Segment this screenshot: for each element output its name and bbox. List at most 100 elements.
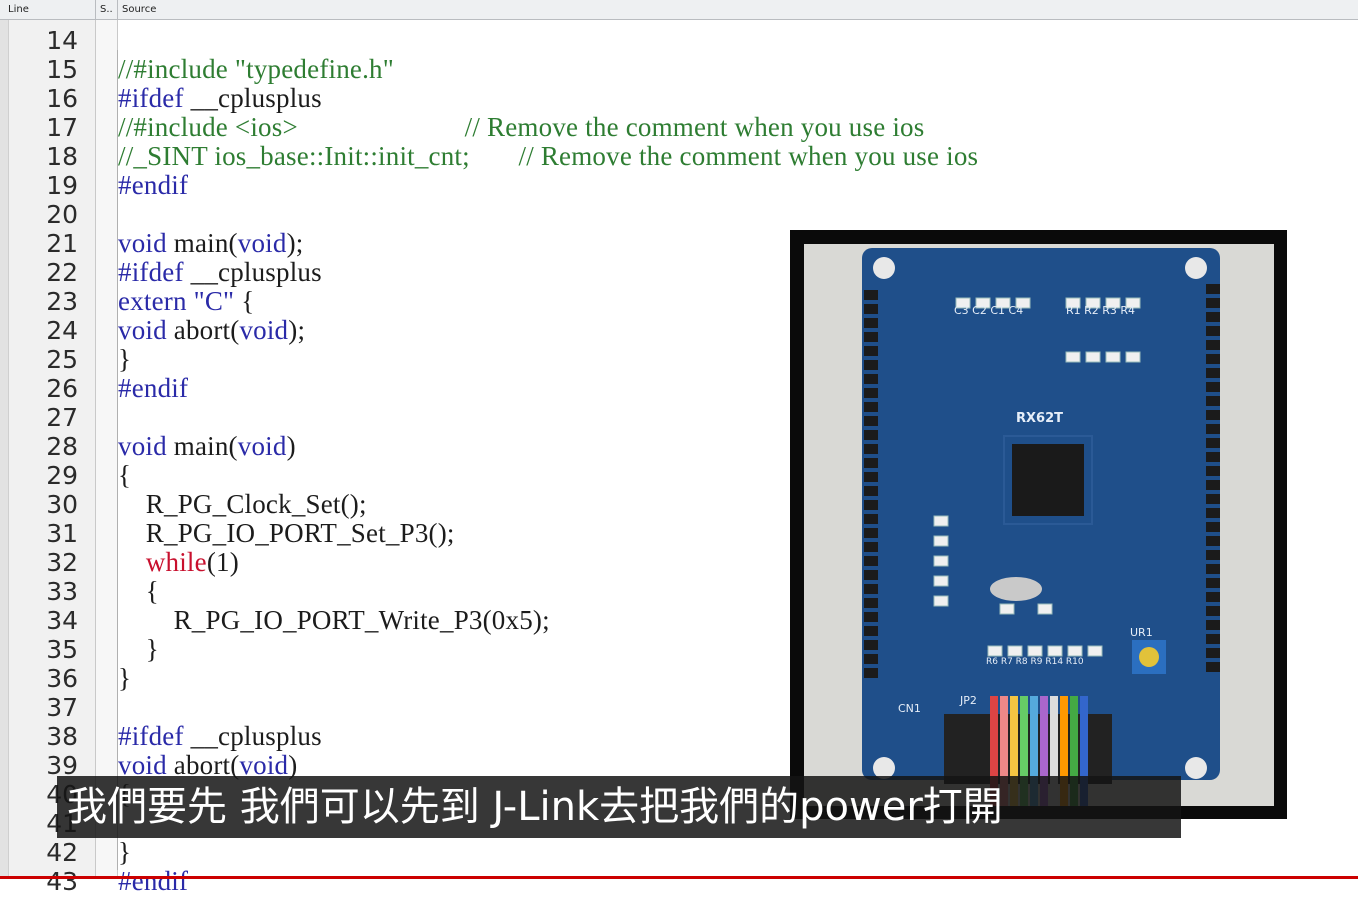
rx62t-board-image: RX62T C3 C2 C1 C4 R1 R2 R3 R4 R6 R7 R8 R… (804, 244, 1274, 806)
code-token: } (118, 634, 159, 664)
line-number: 28 (46, 432, 78, 461)
line-number: 30 (46, 490, 78, 519)
code-line[interactable]: #endif (118, 169, 189, 200)
line-number: 19 (46, 171, 78, 200)
s-column-header[interactable]: S.. (96, 0, 118, 20)
code-line[interactable]: //_SINT ios_base::Init::init_cnt; // Rem… (118, 140, 979, 171)
line-number: 26 (46, 374, 78, 403)
board-photo: RX62T C3 C2 C1 C4 R1 R2 R3 R4 R6 R7 R8 R… (804, 244, 1274, 806)
connector-label: CN1 (898, 702, 921, 715)
code-token: main( (166, 431, 238, 461)
line-number: 37 (46, 693, 78, 722)
line-number: 33 (46, 577, 78, 606)
code-token: #ifdef (118, 83, 184, 113)
code-line[interactable]: //#include <ios> // Remove the comment w… (118, 111, 924, 142)
code-line[interactable]: #endif (118, 372, 189, 403)
source-column-header[interactable]: Source (118, 0, 1358, 20)
code-token: main( (166, 228, 238, 258)
code-token: #ifdef (118, 721, 184, 751)
code-token: #endif (118, 170, 189, 200)
video-subtitle: 我們要先 我們可以先到 J-Link去把我們的power打開 (57, 776, 1181, 838)
line-number: 18 (46, 142, 78, 171)
line-number: 38 (46, 722, 78, 751)
code-token: void (118, 228, 167, 258)
line-number: 24 (46, 316, 78, 345)
code-token: R_PG_IO_PORT_Set_P3(); (118, 518, 455, 548)
code-token: void (237, 228, 287, 258)
line-number: 22 (46, 258, 78, 287)
code-token: } (118, 344, 132, 374)
code-token: { (234, 286, 255, 316)
editor-header: Line S.. Source (0, 0, 1358, 20)
code-line[interactable]: #ifdef __cplusplus (118, 256, 322, 287)
line-number: 17 (46, 113, 78, 142)
code-line[interactable]: void abort(void) (118, 749, 297, 780)
code-token: __cplusplus (183, 257, 322, 287)
line-number: 29 (46, 461, 78, 490)
code-token: void (118, 431, 167, 461)
code-token: //_SINT ios_base::Init::init_cnt; // Rem… (118, 141, 979, 171)
code-line[interactable]: R_PG_IO_PORT_Set_P3(); (118, 517, 455, 548)
line-number: 42 (46, 838, 78, 867)
code-line[interactable]: { (118, 575, 159, 606)
line-number: 34 (46, 606, 78, 635)
cap-labels: C3 C2 C1 C4 (954, 304, 1023, 317)
code-token: R_PG_Clock_Set(); (118, 489, 367, 519)
code-token: __cplusplus (183, 83, 322, 113)
line-number: 21 (46, 229, 78, 258)
code-line[interactable]: R_PG_IO_PORT_Write_P3(0x5); (118, 604, 550, 635)
code-line[interactable]: } (118, 343, 132, 374)
code-line[interactable]: R_PG_Clock_Set(); (118, 488, 367, 519)
chip-label: RX62T (1016, 411, 1063, 426)
code-token: #endif (118, 866, 189, 896)
code-token: #endif (118, 373, 189, 403)
code-line[interactable]: #endif (118, 865, 189, 896)
code-token: "C" (193, 286, 235, 316)
jumper-label: JP2 (959, 694, 977, 707)
code-line[interactable]: #ifdef __cplusplus (118, 720, 322, 751)
board-photo-overlay: RX62T C3 C2 C1 C4 R1 R2 R3 R4 R6 R7 R8 R… (790, 230, 1287, 819)
code-token: void (237, 431, 287, 461)
code-token: __cplusplus (183, 721, 322, 751)
line-number: 14 (46, 26, 78, 55)
code-token: abort( (166, 315, 240, 345)
code-line[interactable]: //#include "typedefine.h" (118, 53, 394, 84)
code-line[interactable]: void main(void) (118, 430, 296, 461)
line-number: 43 (46, 867, 78, 896)
code-token: //#include "typedefine.h" (118, 54, 394, 84)
code-token: R_PG_IO_PORT_Write_P3(0x5); (118, 605, 550, 635)
code-token: while (145, 547, 207, 577)
line-number: 23 (46, 287, 78, 316)
line-number: 16 (46, 84, 78, 113)
line-number: 31 (46, 519, 78, 548)
line-number: 27 (46, 403, 78, 432)
res-labels: R1 R2 R3 R4 (1066, 304, 1135, 317)
line-number: 32 (46, 548, 78, 577)
potentiometer-label: UR1 (1130, 626, 1153, 639)
code-token: #ifdef (118, 257, 184, 287)
code-token: ); (288, 315, 306, 345)
code-line[interactable]: extern "C" { (118, 285, 255, 316)
code-token: (1) (206, 547, 239, 577)
code-line[interactable]: void abort(void); (118, 314, 306, 345)
line-number: 35 (46, 635, 78, 664)
res-row-labels: R6 R7 R8 R9 R14 R10 (986, 657, 1084, 667)
code-line[interactable]: void main(void); (118, 227, 303, 258)
code-token: ) (286, 431, 296, 461)
code-token: { (118, 576, 159, 606)
code-line[interactable]: } (118, 662, 132, 693)
code-line[interactable]: { (118, 459, 131, 490)
line-number: 15 (46, 55, 78, 84)
status-column[interactable] (96, 20, 118, 879)
code-line[interactable]: } (118, 633, 159, 664)
line-column-header[interactable]: Line (0, 0, 96, 20)
line-number: 36 (46, 664, 78, 693)
code-line[interactable]: } (118, 836, 131, 867)
code-token: } (118, 663, 132, 693)
code-token: extern (118, 286, 187, 316)
line-number: 25 (46, 345, 78, 374)
code-line[interactable]: #ifdef __cplusplus (118, 82, 322, 113)
code-line[interactable]: while(1) (118, 546, 239, 577)
